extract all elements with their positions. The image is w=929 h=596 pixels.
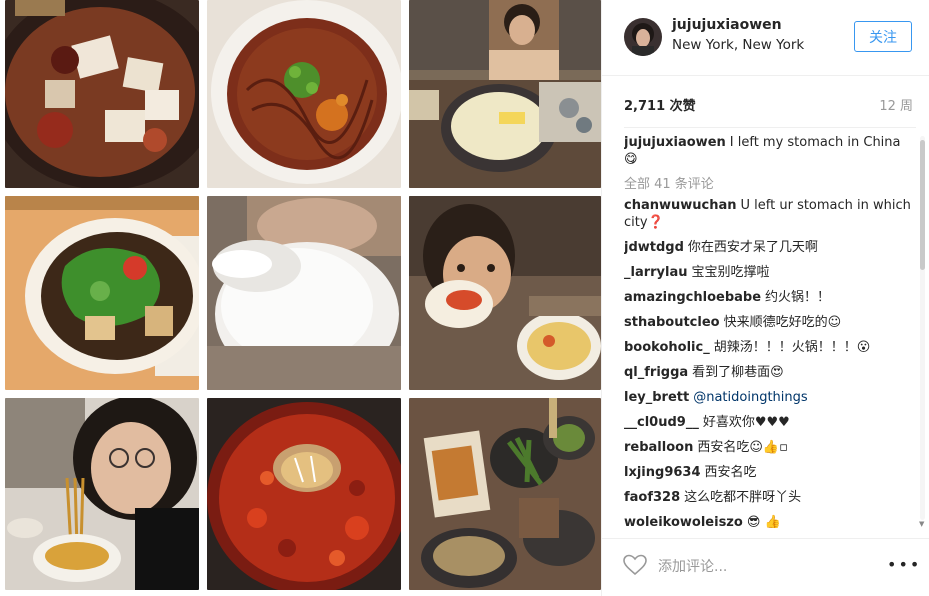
comment-text: 你在西安才呆了几天啊 bbox=[687, 240, 818, 255]
comment-username[interactable]: woleikowoleiszo bbox=[624, 515, 743, 528]
comment-item: ql_frigga 看到了柳巷面😍 bbox=[624, 364, 916, 381]
comment-item: __cl0ud9__ 好喜欢你♥♥♥ bbox=[624, 414, 916, 431]
add-comment-input[interactable]: 添加评论... bbox=[658, 556, 727, 576]
follow-button[interactable]: 关注 bbox=[854, 21, 912, 52]
location[interactable]: New York, New York bbox=[672, 37, 804, 53]
photo-girl-hotpot[interactable] bbox=[409, 0, 601, 188]
post-caption: jujujuxiaowen I left my stomach in China … bbox=[624, 134, 916, 168]
comment-text: 快来顺德吃好吃的☺ bbox=[723, 315, 842, 330]
comment-item: woleikowoleiszo 😎 👍 bbox=[624, 514, 916, 528]
comment-username[interactable]: jdwtdgd bbox=[624, 240, 684, 255]
comment-username[interactable]: amazingchloebabe bbox=[624, 290, 761, 305]
comment-text: 西安名吃☺👍▫ bbox=[697, 440, 788, 455]
photo-noodle-soup[interactable] bbox=[207, 0, 401, 188]
comment-item: bookoholic_ 胡辣汤！！！火锅！！！😮 bbox=[624, 339, 916, 356]
post-header: jujujuxiaowen New York, New York 关注 bbox=[602, 0, 929, 76]
comment-item: lxjing9634 西安名吃 bbox=[624, 464, 916, 481]
comment-username[interactable]: ley_brett bbox=[624, 390, 689, 405]
comment-text: 看到了柳巷面😍 bbox=[692, 365, 784, 380]
comment-username[interactable]: faof328 bbox=[624, 490, 680, 505]
comments-scrollbar[interactable]: ▼ bbox=[917, 132, 927, 528]
photo-girl-dumpling[interactable] bbox=[409, 196, 601, 390]
photo-table-dishes[interactable] bbox=[409, 398, 601, 590]
comment-item: ley_brett @natidoingthings bbox=[624, 389, 916, 406]
comment-item: amazingchloebabe 约火锅！！ bbox=[624, 289, 916, 306]
comment-text: 这么吃都不胖呀丫头 bbox=[684, 490, 802, 505]
view-all-comments-link[interactable]: 全部 41 条评论 bbox=[624, 176, 916, 193]
photo-rice-bowl[interactable] bbox=[207, 196, 401, 390]
comment-text: 😎 👍 bbox=[746, 515, 781, 528]
comment-username[interactable]: ql_frigga bbox=[624, 365, 688, 380]
comment-username[interactable]: sthaboutcleo bbox=[624, 315, 720, 330]
more-dots-icon[interactable]: ••• bbox=[887, 555, 921, 574]
comment-text: 宝宝别吃撑啦 bbox=[691, 265, 770, 280]
comment-username[interactable]: chanwuwuchan bbox=[624, 198, 737, 213]
comment-username[interactable]: reballoon bbox=[624, 440, 693, 455]
comment-username[interactable]: __cl0ud9__ bbox=[624, 415, 699, 430]
comment-text: 约火锅！！ bbox=[765, 290, 831, 305]
comment-item: faof328 这么吃都不胖呀丫头 bbox=[624, 489, 916, 506]
heart-icon[interactable] bbox=[622, 553, 648, 577]
likes-count[interactable]: 2,711 次赞 bbox=[624, 95, 696, 114]
comment-item: sthaboutcleo 快来顺德吃好吃的☺ bbox=[624, 314, 916, 331]
comment-username[interactable]: _larrylau bbox=[624, 265, 688, 280]
post-footer: 添加评论... ••• bbox=[602, 538, 929, 596]
comments-list[interactable]: jujujuxiaowen I left my stomach in China … bbox=[624, 132, 916, 528]
comment-text: 胡辣汤！！！火锅！！！😮 bbox=[713, 340, 871, 355]
caption-username[interactable]: jujujuxiaowen bbox=[624, 135, 726, 150]
photo-grid bbox=[0, 0, 601, 596]
comment-item: reballoon 西安名吃☺👍▫ bbox=[624, 439, 916, 456]
comment-username[interactable]: bookoholic_ bbox=[624, 340, 710, 355]
post-panel: jujujuxiaowen New York, New York 关注 2,71… bbox=[601, 0, 929, 596]
photo-girl-noodles[interactable] bbox=[5, 398, 199, 590]
post-stats: 2,711 次赞 12 周 bbox=[624, 78, 916, 128]
comment-item: chanwuwuchan U left ur stomach in which c… bbox=[624, 197, 916, 231]
scroll-down-arrow-icon[interactable]: ▼ bbox=[919, 520, 924, 528]
photo-veggie-bowl[interactable] bbox=[5, 196, 199, 390]
photo-noodles-tofu[interactable] bbox=[5, 0, 199, 188]
comment-text: 西安名吃 bbox=[704, 465, 757, 480]
avatar[interactable] bbox=[624, 18, 662, 56]
comment-text: 好喜欢你♥♥♥ bbox=[702, 415, 790, 430]
photo-spicy-hotpot[interactable] bbox=[207, 398, 401, 590]
scroll-thumb[interactable] bbox=[920, 140, 925, 270]
comment-username[interactable]: lxjing9634 bbox=[624, 465, 701, 480]
comment-item: _larrylau 宝宝别吃撑啦 bbox=[624, 264, 916, 281]
post-time: 12 周 bbox=[879, 99, 913, 114]
username[interactable]: jujujuxiaowen bbox=[672, 17, 782, 33]
comment-mention-link[interactable]: @natidoingthings bbox=[693, 390, 807, 405]
comment-item: jdwtdgd 你在西安才呆了几天啊 bbox=[624, 239, 916, 256]
